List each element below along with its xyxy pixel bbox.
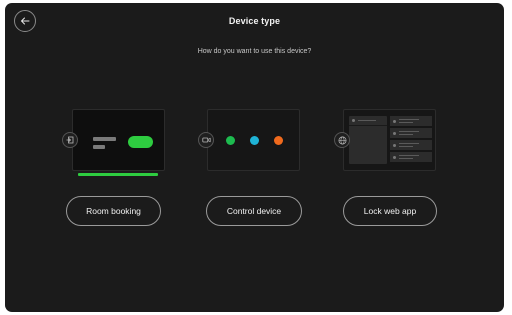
lock-web-app-preview[interactable]	[343, 109, 436, 171]
page-subtitle: How do you want to use this device?	[197, 48, 312, 55]
text-line	[399, 146, 413, 148]
web-list-item	[390, 152, 432, 162]
room-booking-preview[interactable]	[72, 109, 165, 171]
text-line	[399, 143, 419, 145]
selected-indicator	[78, 173, 158, 176]
divider	[349, 125, 387, 126]
green-dot	[226, 136, 235, 145]
bullet	[393, 155, 396, 159]
web-list-item	[390, 140, 432, 150]
camera-icon	[198, 132, 214, 148]
text-line	[358, 120, 376, 122]
text-line	[399, 155, 419, 157]
bullet	[393, 119, 396, 123]
bullet	[393, 131, 396, 135]
bullet	[393, 143, 396, 147]
control-device-preview[interactable]	[207, 109, 300, 171]
room-booking-button[interactable]: Room booking	[66, 196, 161, 226]
bullet	[352, 119, 355, 122]
orange-dot	[274, 136, 283, 145]
web-list-item	[390, 116, 432, 126]
page-title: Device type	[228, 16, 281, 26]
book-toggle-pill	[128, 136, 153, 148]
text-line	[399, 122, 413, 124]
placeholder-bar	[93, 145, 105, 149]
text-line	[399, 119, 419, 121]
control-device-button[interactable]: Control device	[206, 196, 302, 226]
device-type-screen: Device type How do you want to use this …	[5, 3, 504, 312]
text-line	[399, 131, 419, 133]
web-list-item	[390, 128, 432, 138]
text-line	[399, 158, 413, 160]
sign-in-icon	[62, 132, 78, 148]
globe-icon	[334, 132, 350, 148]
lock-web-app-button[interactable]: Lock web app	[343, 196, 437, 226]
placeholder-bar	[93, 137, 116, 141]
text-line	[399, 134, 413, 136]
blue-dot	[250, 136, 259, 145]
web-panel-main	[349, 116, 387, 164]
